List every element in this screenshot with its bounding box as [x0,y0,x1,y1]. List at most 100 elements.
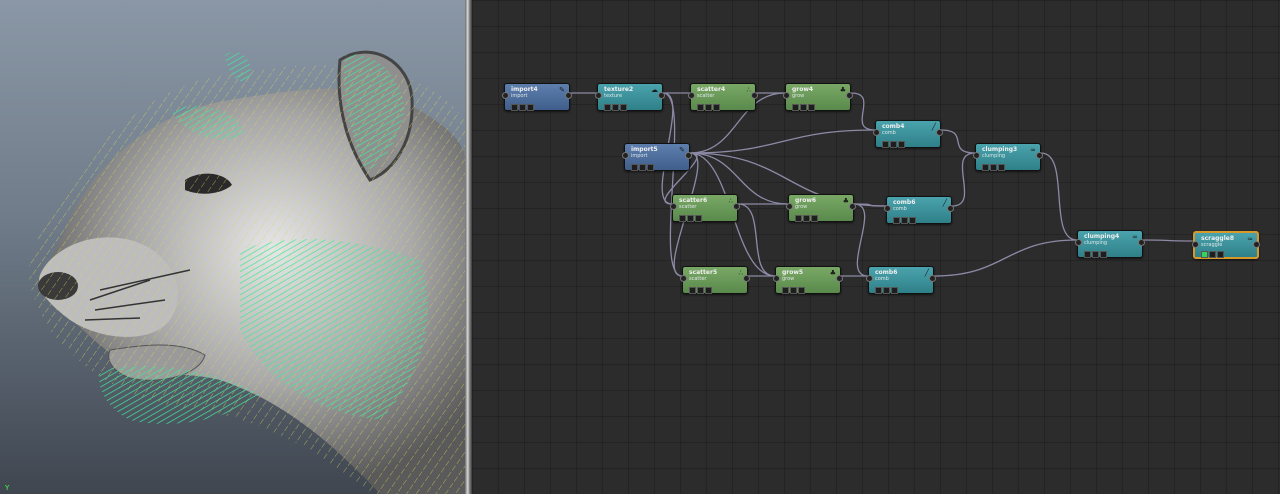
bypass-toggle[interactable] [511,104,518,111]
node-toggle-buttons[interactable] [631,152,655,171]
node-toggle-buttons[interactable] [604,92,628,111]
display-toggle[interactable] [998,164,1005,171]
lock-toggle[interactable] [990,164,997,171]
input-port[interactable] [884,205,891,212]
lock-toggle[interactable] [790,287,797,294]
lock-toggle[interactable] [803,215,810,222]
input-port[interactable] [783,92,790,99]
node-graph-editor[interactable]: import4 import ✎ texture2 texture ☁ scatter4 sc… [472,0,1280,494]
lock-toggle[interactable] [612,104,619,111]
3d-viewport[interactable]: Y [0,0,465,494]
bypass-toggle[interactable] [795,215,802,222]
lock-toggle[interactable] [1092,251,1099,258]
lock-toggle[interactable] [705,104,712,111]
output-port[interactable] [836,275,843,282]
output-port[interactable] [1138,239,1145,246]
input-port[interactable] [773,275,780,282]
output-port[interactable] [1036,152,1043,159]
node-grow5[interactable]: grow5 grow ♣ [773,266,843,294]
node-toggle-buttons[interactable] [679,203,703,222]
input-port[interactable] [786,203,793,210]
display-toggle[interactable] [695,215,702,222]
input-port[interactable] [680,275,687,282]
lock-toggle[interactable] [800,104,807,111]
display-toggle[interactable] [527,104,534,111]
node-scatter4[interactable]: scatter4 scatter ∴ [688,83,758,111]
node-comb4[interactable]: comb4 comb ╱ [873,120,943,148]
lock-toggle[interactable] [697,287,704,294]
node-toggle-buttons[interactable] [792,92,816,111]
node-toggle-buttons[interactable] [697,92,721,111]
input-port[interactable] [502,92,509,99]
display-toggle[interactable] [1100,251,1107,258]
bypass-toggle[interactable] [782,287,789,294]
bypass-toggle[interactable] [792,104,799,111]
bypass-toggle[interactable] [982,164,989,171]
node-clumping4[interactable]: clumping4 clumping ∞ [1075,230,1145,258]
output-port[interactable] [658,92,665,99]
lock-toggle[interactable] [883,287,890,294]
node-clumping3[interactable]: clumping3 clumping ∞ [973,143,1043,171]
lock-toggle[interactable] [639,164,646,171]
bypass-toggle[interactable] [1201,251,1208,258]
input-port[interactable] [595,92,602,99]
node-toggle-buttons[interactable] [511,92,535,111]
display-toggle[interactable] [909,217,916,224]
bypass-toggle[interactable] [604,104,611,111]
node-comb6b[interactable]: comb6 comb ╱ [866,266,936,294]
node-toggle-buttons[interactable] [1201,239,1225,258]
display-toggle[interactable] [620,104,627,111]
node-scraggle8[interactable]: scraggle8 scraggle ≈ [1192,231,1260,259]
input-port[interactable] [973,152,980,159]
node-import5[interactable]: import5 import ✎ [622,143,692,171]
input-port[interactable] [670,203,677,210]
node-import4[interactable]: import4 import ✎ [502,83,572,111]
input-port[interactable] [1075,239,1082,246]
node-toggle-buttons[interactable] [882,129,906,148]
input-port[interactable] [688,92,695,99]
output-port[interactable] [565,92,572,99]
bypass-toggle[interactable] [875,287,882,294]
display-toggle[interactable] [798,287,805,294]
node-comb6a[interactable]: comb6 comb ╱ [884,196,954,224]
output-port[interactable] [685,152,692,159]
node-toggle-buttons[interactable] [795,203,819,222]
input-port[interactable] [1192,241,1199,248]
output-port[interactable] [849,203,856,210]
display-toggle[interactable] [647,164,654,171]
display-toggle[interactable] [898,141,905,148]
node-grow4[interactable]: grow4 grow ♣ [783,83,853,111]
output-port[interactable] [751,92,758,99]
output-port[interactable] [846,92,853,99]
node-scatter6[interactable]: scatter6 scatter ∴ [670,194,740,222]
node-texture2[interactable]: texture2 texture ☁ [595,83,665,111]
display-toggle[interactable] [1217,251,1224,258]
node-scatter5[interactable]: scatter5 scatter ∴ [680,266,750,294]
lock-toggle[interactable] [1209,251,1216,258]
lock-toggle[interactable] [890,141,897,148]
input-port[interactable] [866,275,873,282]
lock-toggle[interactable] [519,104,526,111]
node-toggle-buttons[interactable] [1084,239,1108,258]
input-port[interactable] [622,152,629,159]
node-toggle-buttons[interactable] [782,275,806,294]
node-toggle-buttons[interactable] [875,275,899,294]
node-toggle-buttons[interactable] [689,275,713,294]
bypass-toggle[interactable] [689,287,696,294]
output-port[interactable] [947,205,954,212]
lock-toggle[interactable] [687,215,694,222]
bypass-toggle[interactable] [631,164,638,171]
output-port[interactable] [733,203,740,210]
output-port[interactable] [743,275,750,282]
lock-toggle[interactable] [901,217,908,224]
display-toggle[interactable] [811,215,818,222]
node-grow6[interactable]: grow6 grow ♣ [786,194,856,222]
bypass-toggle[interactable] [893,217,900,224]
output-port[interactable] [1253,241,1260,248]
bypass-toggle[interactable] [697,104,704,111]
panel-splitter[interactable] [465,0,472,494]
node-toggle-buttons[interactable] [982,152,1006,171]
display-toggle[interactable] [891,287,898,294]
output-port[interactable] [929,275,936,282]
output-port[interactable] [936,129,943,136]
